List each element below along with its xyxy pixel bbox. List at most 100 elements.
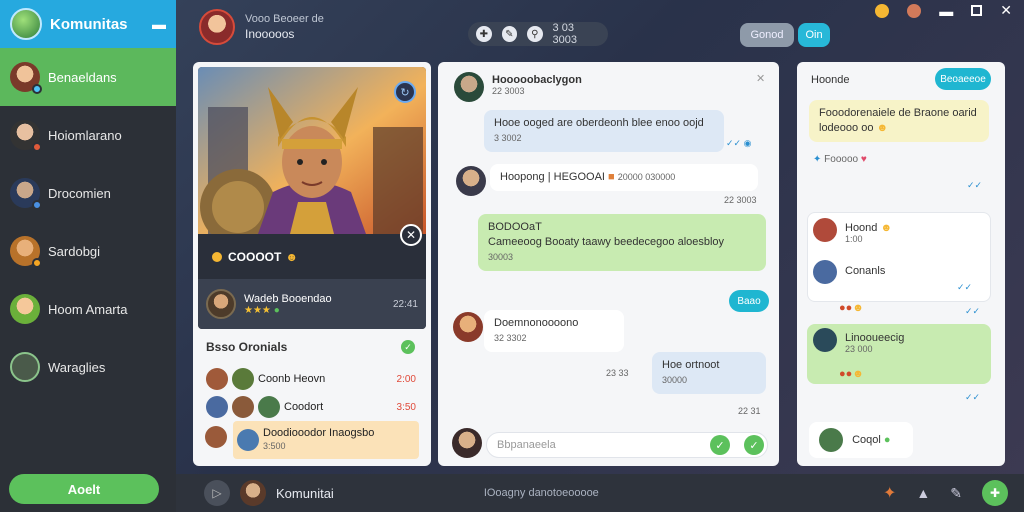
reactions-row: ✦ Fooooo ♥ [813, 154, 867, 165]
contact-name[interactable]: Conanls [845, 265, 885, 277]
close-icon[interactable]: ✕ [756, 72, 765, 85]
hero-user-row[interactable]: Wadeb Booendao ★★★ ● 22:41 [198, 279, 426, 329]
message-bubble: Hoopong | HEGOOAI ■ 20000 030000 [490, 164, 758, 191]
community-logo-icon [10, 8, 42, 40]
trophy-icon[interactable] [875, 3, 890, 18]
list-item[interactable]: Coodort 3:50 [202, 392, 420, 422]
chat-panel: Hooooobaclygon 22 3003 ✕ Hooe ooged are … [438, 62, 779, 466]
sidebar-item-drocomien[interactable]: Drocomien [0, 164, 176, 222]
message-time: 23 33 [606, 368, 629, 378]
edit-icon[interactable]: ✎ [950, 485, 962, 502]
sidebar-item-waraglies[interactable]: Waraglies [0, 338, 176, 396]
star-icon: ✦ [813, 154, 822, 165]
sidebar-item-label: Waraglies [48, 359, 106, 375]
avatar [456, 166, 486, 196]
reaction-emojis-icon: ●●☻ [839, 302, 864, 314]
message-bubble: Hoe ortnoot 30000 [652, 352, 766, 394]
trash-bin-icon [10, 352, 40, 382]
avatar [453, 312, 483, 342]
emoji-icon: ☻ [285, 249, 298, 264]
message-text: Cameeoog Booaty taawy beedecegoo aloesbl… [488, 236, 725, 248]
sidebar-item-sardobgi[interactable]: Sardobgi [0, 222, 176, 280]
group-label: Coodort [284, 401, 324, 413]
channel-title: Inooooos [245, 27, 295, 41]
check-icon: ● [883, 433, 891, 446]
close-hero-button[interactable]: ✕ [400, 224, 422, 246]
hero-portrait-image [198, 67, 426, 234]
toolbar-info: 3 03 3003 [552, 22, 578, 46]
read-receipt-icon: ✓✓ [957, 282, 973, 292]
hero-user-name: Wadeb Booendao [244, 292, 332, 305]
reply-button[interactable]: Baao [729, 290, 769, 312]
sidebar: Komunitas ▬ Benaeldans Hoiomlarano Droco… [0, 0, 176, 512]
window-controls: ▬ ✕ [875, 2, 1012, 19]
avatar [205, 426, 227, 448]
sidebar-action-button[interactable]: Aoelt [9, 474, 159, 504]
reactions-text: Fooooo [824, 154, 859, 165]
list-item[interactable]: Coonb Heovn 2:00 [202, 364, 420, 394]
bottom-bar-status: IOoagny danotoeooooe [483, 487, 599, 499]
message-time: 30000 [662, 375, 688, 385]
list-item-highlighted[interactable]: Doodiooodor Inaogsbo 3:500 [233, 421, 419, 459]
avatar [237, 429, 259, 451]
sidebar-item-hoiomlarano[interactable]: Hoiomlarano [0, 106, 176, 164]
flag-icon: ■ [608, 171, 615, 183]
message-time: 22 3003 [724, 195, 757, 205]
avatar [10, 294, 40, 324]
refresh-icon[interactable]: ↻ [394, 81, 416, 103]
topbar-button-secondary[interactable]: Gonod [740, 23, 794, 47]
avatar[interactable] [240, 480, 266, 506]
heart-icon: ♥ [860, 154, 867, 165]
bottom-bar-title: Komunitai [276, 485, 334, 501]
play-icon[interactable]: ▷ [204, 480, 230, 506]
message-time: 32 3302 [494, 333, 527, 343]
menu-icon[interactable]: ▬ [152, 16, 166, 32]
avatar [10, 178, 42, 210]
avatar [232, 396, 254, 418]
edit-icon[interactable]: ✎ [501, 26, 518, 42]
pin-icon[interactable]: ✚ [476, 26, 492, 42]
avatar [10, 120, 42, 152]
group-sub: 3:500 [263, 441, 286, 451]
rocket-icon[interactable]: ✦ [883, 483, 896, 503]
contact-sub: 23 000 [845, 344, 873, 354]
group-time: 3:50 [396, 401, 416, 413]
message-time: 30003 [488, 252, 514, 262]
add-user-icon[interactable]: ✚ [982, 480, 1008, 506]
contact-item[interactable]: Hoond ☻ 1:00 [845, 222, 892, 244]
bottom-bar: ▷ Komunitai IOoagny danotoeooooe ✦ ▲ ✎ ✚ [176, 474, 1024, 512]
avatar [10, 236, 42, 268]
minimize-icon[interactable]: ▬ [939, 3, 953, 19]
sidebar-item-label: Benaeldans [48, 69, 117, 85]
message-bubble-own: BODOOaT Cameeoog Booaty taawy beedecegoo… [478, 214, 766, 271]
sidebar-item-label: Hoom Amarta [48, 301, 128, 317]
emoji-button-icon[interactable]: ✓ [710, 435, 730, 455]
contact-item[interactable]: Linooueecig 23 000 [845, 332, 904, 354]
channel-avatar[interactable] [199, 9, 235, 45]
avatar [232, 368, 254, 390]
home-icon[interactable]: ▲ [916, 485, 930, 501]
profile-avatar-icon[interactable] [907, 3, 922, 18]
sidebar-item-hoom-amarta[interactable]: Hoom Amarta [0, 280, 176, 338]
hero-name-row: COOOOT ☻ [198, 234, 426, 279]
maximize-icon[interactable] [971, 5, 983, 16]
avatar [454, 72, 484, 102]
search-icon[interactable]: ⚲ [527, 26, 543, 42]
read-receipt-icon: ✓✓ ◉ [726, 138, 752, 148]
message-bubble: Doemnonoooono 32 3302 [484, 310, 624, 352]
channel-subtitle: Vooo Beoeer de [245, 13, 324, 25]
read-receipt-icon: ✓✓ [965, 392, 981, 402]
note-text: Fooodorenaiele de Braone oarid lodeooo o… [819, 107, 977, 134]
right-panel-button[interactable]: Beoaeeoe [935, 68, 991, 90]
close-icon[interactable]: ✕ [1000, 2, 1012, 19]
avatar [10, 62, 42, 94]
message-author: Hoopong | HEGOOAI [500, 171, 605, 183]
sidebar-item-benaeldans[interactable]: Benaeldans [0, 48, 176, 106]
message-extra: 20000 030000 [617, 172, 676, 182]
avatar [206, 368, 228, 390]
message-time: 3 3002 [494, 133, 522, 143]
check-icon[interactable]: ✓ [401, 340, 415, 354]
topbar-button-primary[interactable]: Oin [798, 23, 830, 47]
message-author: Doemnonoooono [494, 317, 579, 329]
send-button-icon[interactable]: ✓ [744, 435, 764, 455]
